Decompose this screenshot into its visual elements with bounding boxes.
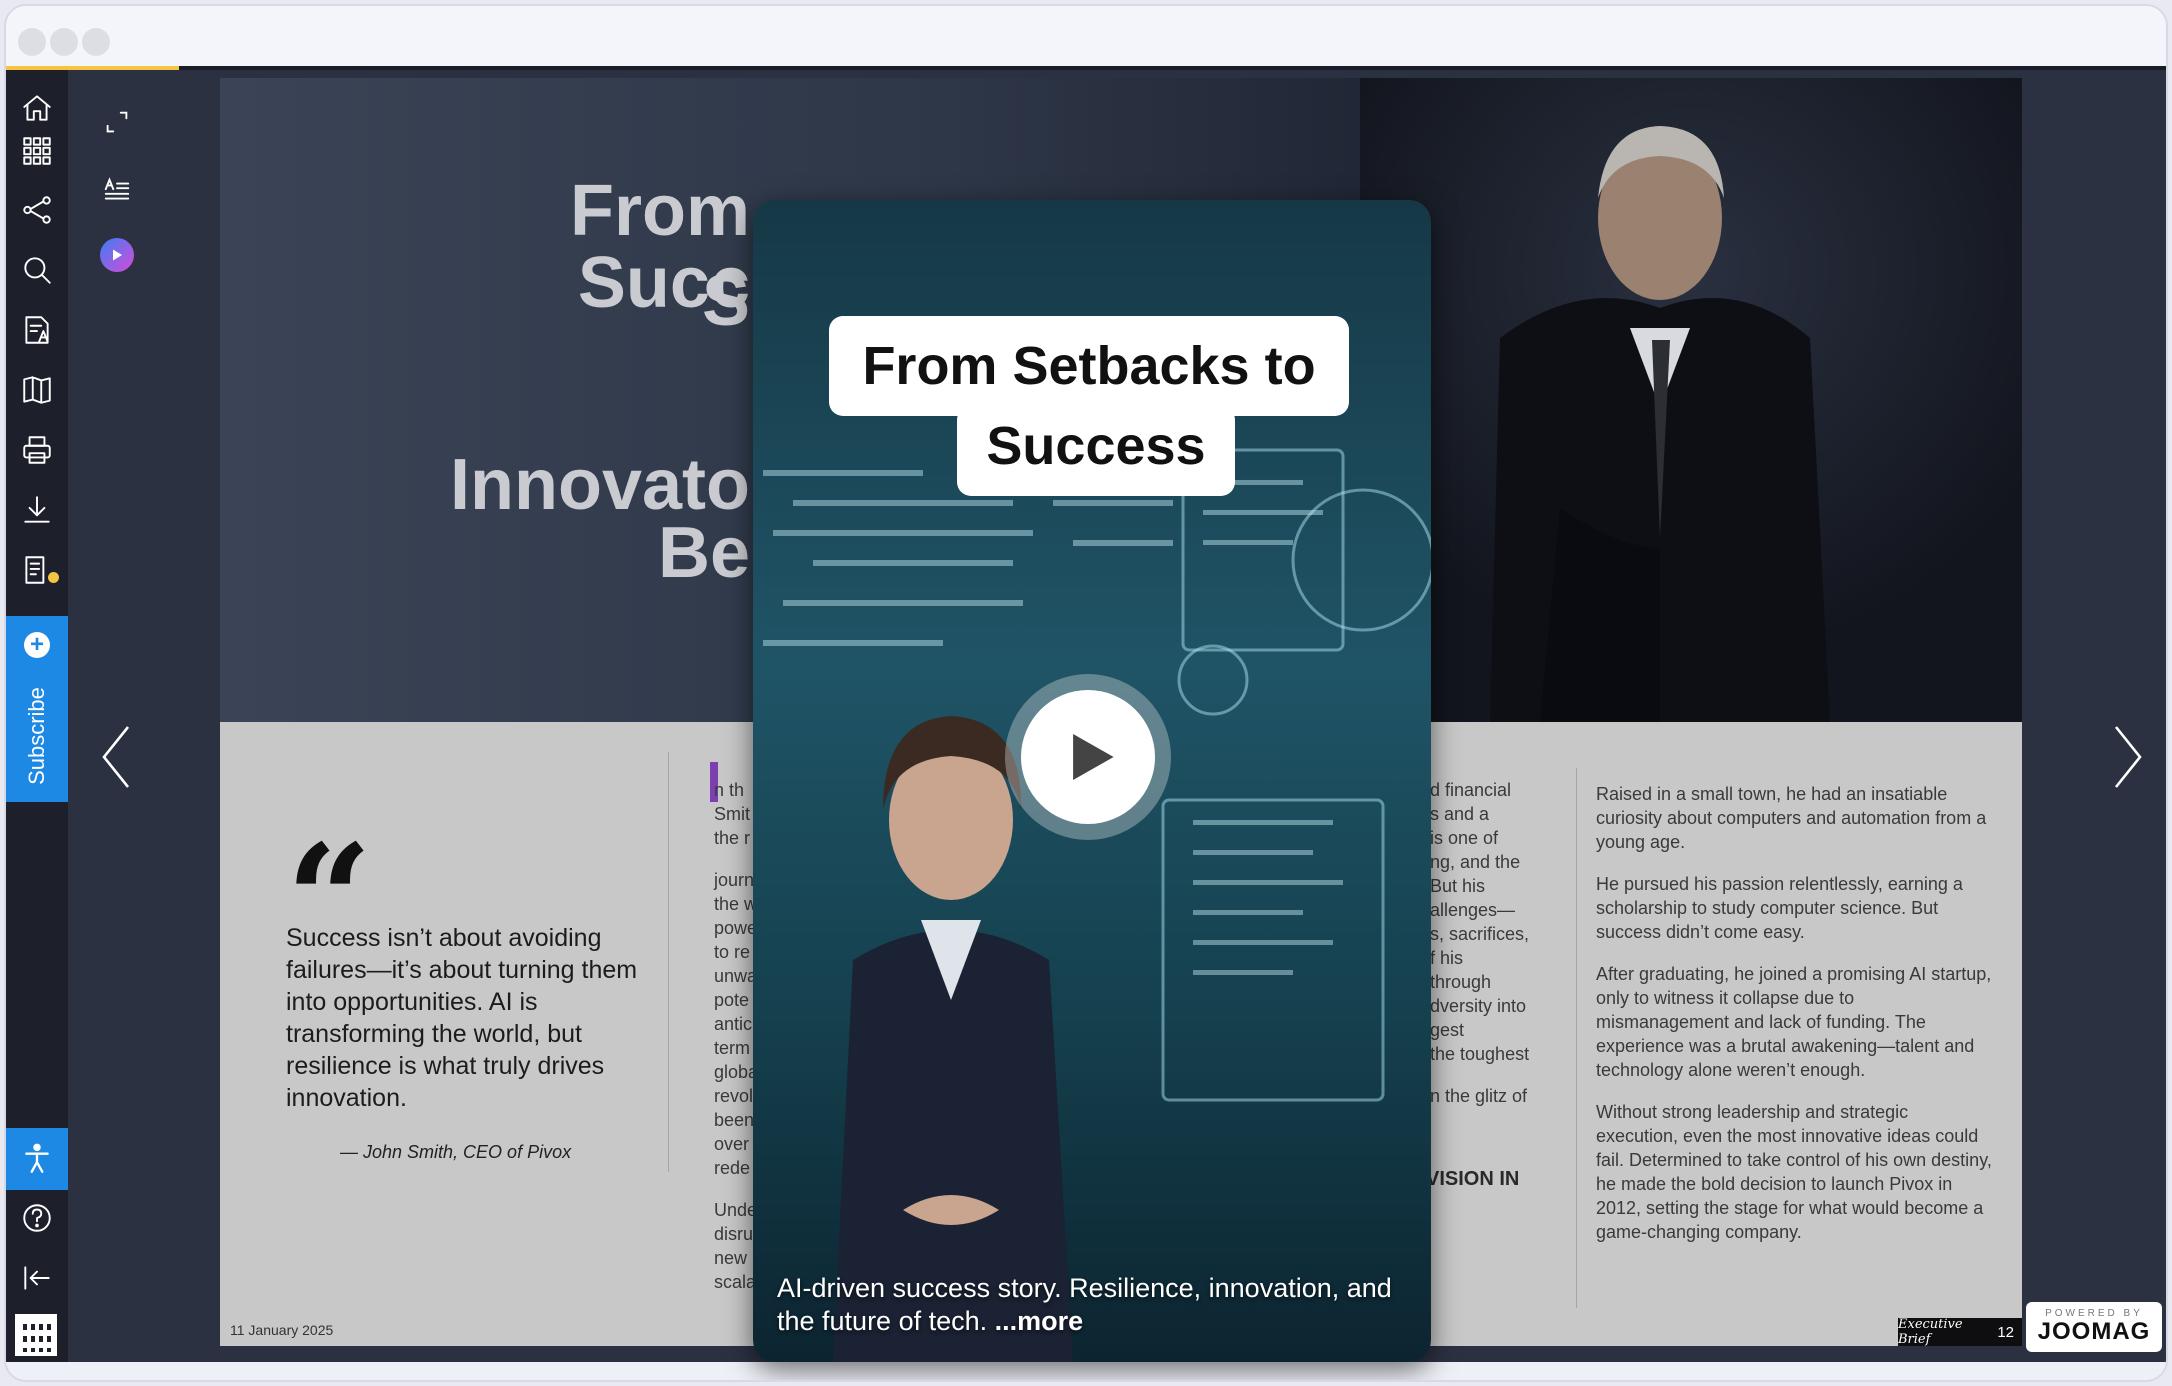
notes-button[interactable] <box>6 542 68 598</box>
left-sidebar: + Subscribe <box>6 70 68 1362</box>
pull-quote: Success isn’t about avoiding failures—it… <box>286 924 638 1112</box>
grid-icon <box>23 137 51 165</box>
caption-text: AI-driven success story. Resilience, inn… <box>777 1273 1392 1336</box>
help-button[interactable] <box>6 1190 68 1246</box>
joomag-logo: JOOMAG <box>2037 1318 2151 1345</box>
print-icon <box>23 436 51 464</box>
column-divider <box>1576 768 1577 1308</box>
minimize-dot[interactable] <box>50 28 78 56</box>
text-line: s, sacrifices, <box>1430 924 1530 944</box>
text-line: n the glitz of <box>1430 1086 1528 1106</box>
column-divider <box>668 752 669 1172</box>
text-mode-button[interactable] <box>98 172 136 210</box>
text-mode-icon <box>104 177 130 200</box>
zoom-dot[interactable] <box>82 28 110 56</box>
play-icon <box>1021 690 1155 824</box>
article-paragraph: Raised in a small town, he had an insati… <box>1596 784 1987 852</box>
text-line: is one of <box>1430 828 1499 848</box>
previous-page-button[interactable] <box>86 712 146 802</box>
plus-icon: + <box>24 632 50 658</box>
text-line: through <box>1430 972 1492 992</box>
help-icon <box>23 1204 51 1232</box>
article-column-3: d financial s and a is one of ng, and the Bu… <box>1430 778 1570 1108</box>
print-button[interactable] <box>6 422 68 478</box>
collapse-icon <box>24 1266 50 1290</box>
hero-title-line: Succ <box>577 243 750 323</box>
text-view-icon <box>25 316 49 344</box>
close-dot[interactable] <box>18 28 46 56</box>
reading-progress-bar <box>6 66 2166 70</box>
text-line: d financial <box>1430 780 1512 800</box>
page-footer-brand: Executive Brief 12 <box>1898 1317 2022 1346</box>
fullscreen-icon <box>106 111 128 133</box>
text-line: allenges— <box>1430 900 1516 920</box>
executive-photo <box>1360 78 2022 722</box>
title-bar <box>6 6 2166 66</box>
download-icon <box>24 496 50 523</box>
accessibility-icon <box>25 1143 49 1173</box>
chevron-right-icon <box>2114 726 2142 788</box>
thumbnails-button[interactable] <box>6 123 68 179</box>
subscribe-button[interactable]: + Subscribe <box>6 616 68 802</box>
play-button[interactable] <box>1005 674 1171 840</box>
joomag-badge[interactable]: POWERED BY JOOMAG <box>2026 1302 2162 1352</box>
table-of-contents-button[interactable] <box>6 362 68 418</box>
subscribe-label: Subscribe <box>24 687 49 785</box>
article-paragraph: He pursued his passion relentlessly, ear… <box>1596 874 1963 942</box>
text-line: s and a <box>1430 804 1490 824</box>
fullscreen-button[interactable] <box>98 103 136 141</box>
next-page-button[interactable] <box>2098 712 2158 802</box>
more-link[interactable]: ...more <box>995 1306 1084 1336</box>
issue-date: 11 January 2025 <box>230 1322 334 1338</box>
video-story-player[interactable]: From Setbacks to Success AI-driven succe… <box>753 200 1431 1362</box>
article-paragraph: Without strong leadership and strategic … <box>1596 1102 1992 1242</box>
video-title-line-1: From Setbacks to <box>829 316 1349 416</box>
video-stories-button[interactable] <box>98 236 136 274</box>
page-number: 12 <box>1997 1323 2014 1341</box>
chevron-left-icon <box>102 726 130 788</box>
share-icon <box>23 196 51 224</box>
text-line: But his <box>1430 876 1486 896</box>
notes-icon <box>25 556 45 584</box>
accessibility-button[interactable] <box>6 1128 68 1190</box>
brand-name: Executive Brief <box>1898 1317 1963 1346</box>
search-icon <box>24 257 51 284</box>
collapse-sidebar-button[interactable] <box>6 1250 68 1306</box>
hero-title-line: Be <box>657 513 750 593</box>
flipbook-viewer: + Subscribe From S Succ Innovato Be “ Su… <box>6 66 2166 1362</box>
text-view-button[interactable] <box>6 302 68 358</box>
download-button[interactable] <box>6 482 68 538</box>
article-paragraph: After graduating, he joined a promising … <box>1596 964 1992 1080</box>
text-line: f his <box>1430 948 1464 968</box>
section-heading: VISION IN <box>1426 1168 1520 1190</box>
book-icon <box>23 376 51 404</box>
qr-code-icon[interactable] <box>15 1314 57 1356</box>
share-button[interactable] <box>6 182 68 238</box>
text-line: ng, and the <box>1430 852 1521 872</box>
text-line: the toughest <box>1430 1044 1530 1064</box>
text-line: dversity into <box>1430 996 1527 1016</box>
article-column-4: Raised in a small town, he had an insati… <box>1596 782 1992 1262</box>
browser-window: + Subscribe From S Succ Innovato Be “ Su… <box>4 4 2168 1382</box>
search-button[interactable] <box>6 242 68 298</box>
video-caption: AI-driven success story. Resilience, inn… <box>777 1272 1397 1338</box>
video-stories-icon <box>100 238 134 272</box>
notification-dot <box>48 572 59 583</box>
home-icon <box>23 95 51 121</box>
text-line: gest <box>1430 1020 1465 1040</box>
quote-attribution: — John Smith, CEO of Pivox <box>340 1142 572 1162</box>
video-title-line-2: Success <box>957 406 1235 496</box>
